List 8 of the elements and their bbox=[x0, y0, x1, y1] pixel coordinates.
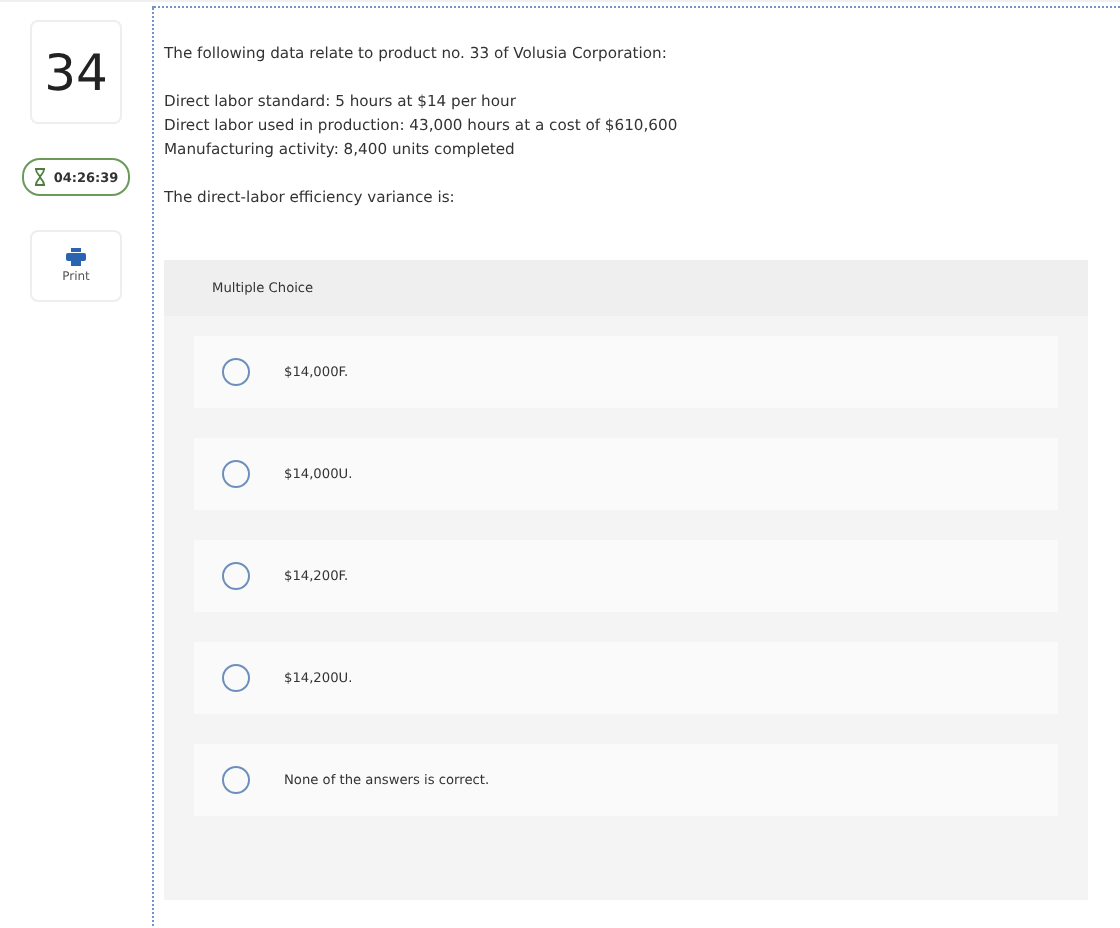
radio-button[interactable] bbox=[222, 766, 250, 794]
radio-button[interactable] bbox=[222, 460, 250, 488]
radio-button[interactable] bbox=[222, 664, 250, 692]
question-number: 34 bbox=[30, 20, 122, 124]
printer-icon bbox=[66, 248, 86, 266]
radio-button[interactable] bbox=[222, 562, 250, 590]
hourglass-icon bbox=[33, 168, 46, 186]
radio-button[interactable] bbox=[222, 358, 250, 386]
